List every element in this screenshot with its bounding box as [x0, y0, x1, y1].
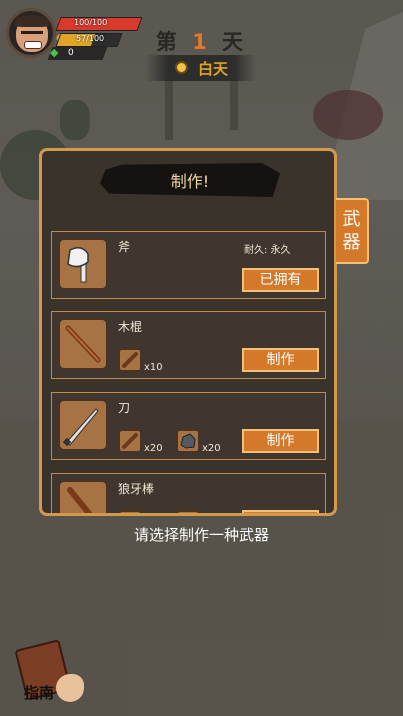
knife-icon [58, 399, 108, 451]
stick-icon [58, 318, 108, 370]
material-slot [118, 510, 142, 513]
pointing-hand-icon [56, 674, 84, 702]
stone-icon [176, 429, 200, 453]
craft-button[interactable]: 制作 [242, 348, 319, 372]
weapon-list[interactable]: 斧 耐久: 永久 已拥有 木棍 x10 制作 刀 x20 x20 制作 狼牙棒 [51, 231, 327, 513]
day-prefix: 第 [155, 30, 181, 54]
material-slot [176, 510, 200, 513]
guide-label[interactable]: 指南 [24, 682, 54, 703]
material-qty: x20 [144, 443, 163, 454]
instruction-hint: 请选择制作一种武器 [133, 526, 269, 544]
item-name: 刀 [118, 401, 131, 415]
item-durability: 耐久: 永久 [244, 245, 291, 256]
craft-button[interactable] [242, 510, 319, 513]
tab-weapons[interactable]: 武器 [336, 198, 369, 264]
wood-icon [118, 348, 142, 372]
day-counter: 第 1 天 [0, 26, 403, 56]
day-suffix: 天 [222, 30, 248, 54]
list-item-knife: 刀 x20 x20 制作 [51, 392, 326, 460]
axe-icon [58, 238, 108, 290]
item-name: 木棍 [118, 320, 143, 334]
list-item-stick: 木棍 x10 制作 [51, 311, 326, 379]
club-icon [58, 480, 108, 513]
list-item-axe: 斧 耐久: 永久 已拥有 [51, 231, 326, 299]
day-number: 1 [192, 30, 211, 54]
material-qty: x10 [144, 362, 163, 373]
panel-title: 制作! [170, 172, 210, 191]
item-name: 狼牙棒 [118, 482, 155, 496]
time-of-day-label: 白天 [198, 60, 229, 78]
wood-icon [118, 429, 142, 453]
owned-button[interactable]: 已拥有 [242, 268, 319, 292]
sun-icon [175, 61, 188, 74]
item-name: 斧 [118, 240, 131, 254]
crafting-panel: 制作! 斧 耐久: 永久 已拥有 木棍 x10 制作 刀 x20 x20 制作 … [39, 148, 337, 516]
material-qty: x20 [202, 443, 221, 454]
list-item-club: 狼牙棒 [51, 473, 326, 513]
craft-button[interactable]: 制作 [242, 429, 319, 453]
